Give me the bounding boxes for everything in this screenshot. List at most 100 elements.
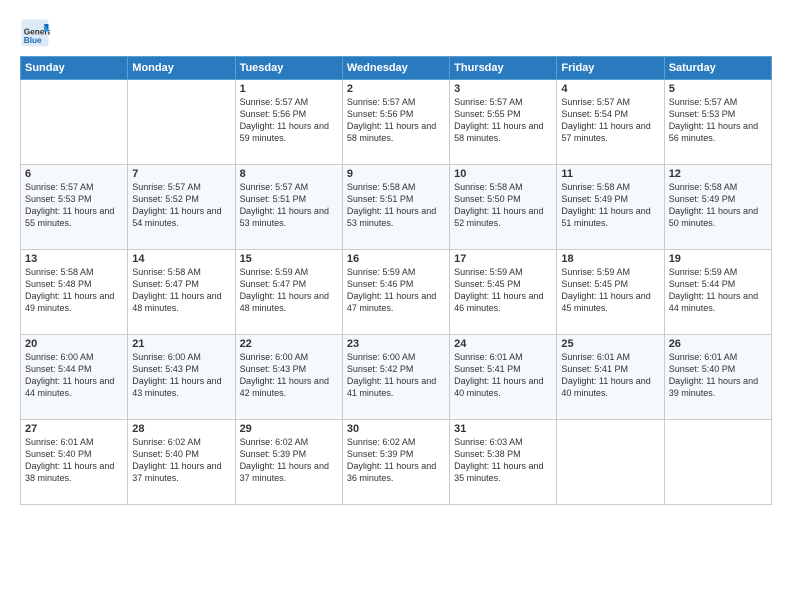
calendar-cell: 6Sunrise: 5:57 AM Sunset: 5:53 PM Daylig… — [21, 165, 128, 250]
calendar-cell: 27Sunrise: 6:01 AM Sunset: 5:40 PM Dayli… — [21, 420, 128, 505]
day-number: 30 — [347, 423, 445, 435]
cell-info: Sunrise: 6:02 AM Sunset: 5:39 PM Dayligh… — [347, 436, 445, 485]
cell-info: Sunrise: 5:57 AM Sunset: 5:56 PM Dayligh… — [240, 96, 338, 145]
calendar-cell: 8Sunrise: 5:57 AM Sunset: 5:51 PM Daylig… — [235, 165, 342, 250]
calendar-cell: 12Sunrise: 5:58 AM Sunset: 5:49 PM Dayli… — [664, 165, 771, 250]
cell-info: Sunrise: 5:59 AM Sunset: 5:45 PM Dayligh… — [454, 266, 552, 315]
calendar-cell: 28Sunrise: 6:02 AM Sunset: 5:40 PM Dayli… — [128, 420, 235, 505]
cell-info: Sunrise: 5:58 AM Sunset: 5:50 PM Dayligh… — [454, 181, 552, 230]
calendar-cell: 19Sunrise: 5:59 AM Sunset: 5:44 PM Dayli… — [664, 250, 771, 335]
calendar-cell: 11Sunrise: 5:58 AM Sunset: 5:49 PM Dayli… — [557, 165, 664, 250]
header: General Blue — [20, 18, 772, 48]
calendar-body: 1Sunrise: 5:57 AM Sunset: 5:56 PM Daylig… — [21, 80, 772, 505]
day-number: 27 — [25, 423, 123, 435]
week-row-5: 27Sunrise: 6:01 AM Sunset: 5:40 PM Dayli… — [21, 420, 772, 505]
calendar-table: SundayMondayTuesdayWednesdayThursdayFrid… — [20, 56, 772, 505]
calendar-cell: 26Sunrise: 6:01 AM Sunset: 5:40 PM Dayli… — [664, 335, 771, 420]
calendar-cell: 7Sunrise: 5:57 AM Sunset: 5:52 PM Daylig… — [128, 165, 235, 250]
weekday-header-friday: Friday — [557, 57, 664, 80]
day-number: 20 — [25, 338, 123, 350]
day-number: 12 — [669, 168, 767, 180]
day-number: 17 — [454, 253, 552, 265]
calendar-cell: 14Sunrise: 5:58 AM Sunset: 5:47 PM Dayli… — [128, 250, 235, 335]
day-number: 4 — [561, 83, 659, 95]
cell-info: Sunrise: 6:03 AM Sunset: 5:38 PM Dayligh… — [454, 436, 552, 485]
cell-info: Sunrise: 6:00 AM Sunset: 5:43 PM Dayligh… — [132, 351, 230, 400]
calendar-cell — [21, 80, 128, 165]
calendar-cell: 30Sunrise: 6:02 AM Sunset: 5:39 PM Dayli… — [342, 420, 449, 505]
cell-info: Sunrise: 6:01 AM Sunset: 5:40 PM Dayligh… — [669, 351, 767, 400]
cell-info: Sunrise: 5:59 AM Sunset: 5:47 PM Dayligh… — [240, 266, 338, 315]
weekday-header-monday: Monday — [128, 57, 235, 80]
logo: General Blue — [20, 18, 52, 48]
day-number: 18 — [561, 253, 659, 265]
day-number: 11 — [561, 168, 659, 180]
day-number: 3 — [454, 83, 552, 95]
svg-text:Blue: Blue — [24, 36, 42, 45]
calendar-header: SundayMondayTuesdayWednesdayThursdayFrid… — [21, 57, 772, 80]
calendar-cell: 29Sunrise: 6:02 AM Sunset: 5:39 PM Dayli… — [235, 420, 342, 505]
cell-info: Sunrise: 6:00 AM Sunset: 5:44 PM Dayligh… — [25, 351, 123, 400]
calendar-cell: 25Sunrise: 6:01 AM Sunset: 5:41 PM Dayli… — [557, 335, 664, 420]
calendar-cell: 21Sunrise: 6:00 AM Sunset: 5:43 PM Dayli… — [128, 335, 235, 420]
calendar-cell: 24Sunrise: 6:01 AM Sunset: 5:41 PM Dayli… — [450, 335, 557, 420]
calendar-cell: 13Sunrise: 5:58 AM Sunset: 5:48 PM Dayli… — [21, 250, 128, 335]
day-number: 23 — [347, 338, 445, 350]
day-number: 6 — [25, 168, 123, 180]
cell-info: Sunrise: 6:00 AM Sunset: 5:42 PM Dayligh… — [347, 351, 445, 400]
cell-info: Sunrise: 6:01 AM Sunset: 5:41 PM Dayligh… — [561, 351, 659, 400]
week-row-4: 20Sunrise: 6:00 AM Sunset: 5:44 PM Dayli… — [21, 335, 772, 420]
day-number: 24 — [454, 338, 552, 350]
calendar-cell: 31Sunrise: 6:03 AM Sunset: 5:38 PM Dayli… — [450, 420, 557, 505]
cell-info: Sunrise: 5:59 AM Sunset: 5:44 PM Dayligh… — [669, 266, 767, 315]
cell-info: Sunrise: 5:57 AM Sunset: 5:54 PM Dayligh… — [561, 96, 659, 145]
calendar-cell: 20Sunrise: 6:00 AM Sunset: 5:44 PM Dayli… — [21, 335, 128, 420]
weekday-header-sunday: Sunday — [21, 57, 128, 80]
week-row-3: 13Sunrise: 5:58 AM Sunset: 5:48 PM Dayli… — [21, 250, 772, 335]
day-number: 15 — [240, 253, 338, 265]
cell-info: Sunrise: 5:59 AM Sunset: 5:46 PM Dayligh… — [347, 266, 445, 315]
cell-info: Sunrise: 5:57 AM Sunset: 5:55 PM Dayligh… — [454, 96, 552, 145]
cell-info: Sunrise: 5:58 AM Sunset: 5:51 PM Dayligh… — [347, 181, 445, 230]
calendar-cell — [664, 420, 771, 505]
calendar-cell: 9Sunrise: 5:58 AM Sunset: 5:51 PM Daylig… — [342, 165, 449, 250]
calendar-cell: 18Sunrise: 5:59 AM Sunset: 5:45 PM Dayli… — [557, 250, 664, 335]
cell-info: Sunrise: 5:59 AM Sunset: 5:45 PM Dayligh… — [561, 266, 659, 315]
cell-info: Sunrise: 5:57 AM Sunset: 5:51 PM Dayligh… — [240, 181, 338, 230]
day-number: 10 — [454, 168, 552, 180]
cell-info: Sunrise: 6:00 AM Sunset: 5:43 PM Dayligh… — [240, 351, 338, 400]
weekday-row: SundayMondayTuesdayWednesdayThursdayFrid… — [21, 57, 772, 80]
calendar-cell: 2Sunrise: 5:57 AM Sunset: 5:56 PM Daylig… — [342, 80, 449, 165]
weekday-header-thursday: Thursday — [450, 57, 557, 80]
page: General Blue SundayMondayTuesdayWednesda… — [0, 0, 792, 612]
cell-info: Sunrise: 5:58 AM Sunset: 5:47 PM Dayligh… — [132, 266, 230, 315]
day-number: 29 — [240, 423, 338, 435]
weekday-header-tuesday: Tuesday — [235, 57, 342, 80]
day-number: 8 — [240, 168, 338, 180]
calendar-cell: 15Sunrise: 5:59 AM Sunset: 5:47 PM Dayli… — [235, 250, 342, 335]
day-number: 31 — [454, 423, 552, 435]
week-row-1: 1Sunrise: 5:57 AM Sunset: 5:56 PM Daylig… — [21, 80, 772, 165]
calendar-cell: 1Sunrise: 5:57 AM Sunset: 5:56 PM Daylig… — [235, 80, 342, 165]
day-number: 22 — [240, 338, 338, 350]
calendar-cell: 5Sunrise: 5:57 AM Sunset: 5:53 PM Daylig… — [664, 80, 771, 165]
cell-info: Sunrise: 6:01 AM Sunset: 5:40 PM Dayligh… — [25, 436, 123, 485]
calendar-cell: 16Sunrise: 5:59 AM Sunset: 5:46 PM Dayli… — [342, 250, 449, 335]
cell-info: Sunrise: 6:02 AM Sunset: 5:39 PM Dayligh… — [240, 436, 338, 485]
week-row-2: 6Sunrise: 5:57 AM Sunset: 5:53 PM Daylig… — [21, 165, 772, 250]
day-number: 28 — [132, 423, 230, 435]
day-number: 16 — [347, 253, 445, 265]
weekday-header-saturday: Saturday — [664, 57, 771, 80]
weekday-header-wednesday: Wednesday — [342, 57, 449, 80]
day-number: 14 — [132, 253, 230, 265]
day-number: 21 — [132, 338, 230, 350]
day-number: 2 — [347, 83, 445, 95]
calendar-cell: 17Sunrise: 5:59 AM Sunset: 5:45 PM Dayli… — [450, 250, 557, 335]
day-number: 13 — [25, 253, 123, 265]
day-number: 9 — [347, 168, 445, 180]
calendar-cell: 3Sunrise: 5:57 AM Sunset: 5:55 PM Daylig… — [450, 80, 557, 165]
calendar-cell: 22Sunrise: 6:00 AM Sunset: 5:43 PM Dayli… — [235, 335, 342, 420]
cell-info: Sunrise: 5:58 AM Sunset: 5:49 PM Dayligh… — [669, 181, 767, 230]
calendar-cell: 4Sunrise: 5:57 AM Sunset: 5:54 PM Daylig… — [557, 80, 664, 165]
calendar-cell — [557, 420, 664, 505]
